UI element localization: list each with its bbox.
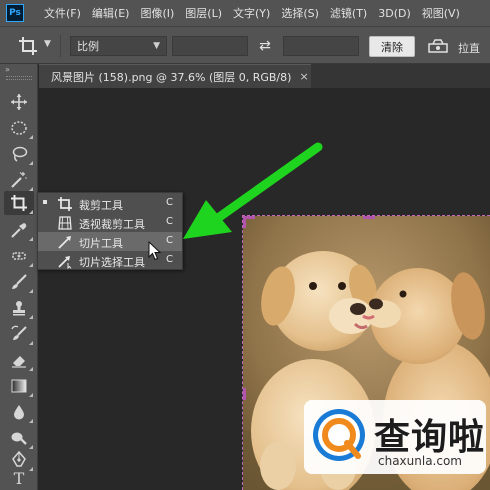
menu-layer[interactable]: 图层(L) <box>185 5 222 21</box>
eraser-icon <box>12 356 26 368</box>
flyout-item-label: 切片工具 <box>79 237 123 250</box>
more-tools-indicator <box>29 289 33 293</box>
perspective-crop-icon <box>58 216 72 230</box>
watermark-logo-icon <box>313 409 365 461</box>
stamp-tool[interactable] <box>4 296 34 320</box>
eyedropper-tool[interactable] <box>4 218 34 242</box>
magic-wand-icon <box>11 172 27 188</box>
brush-tool[interactable] <box>4 270 34 294</box>
photoshop-logo-icon[interactable]: Ps <box>6 4 24 22</box>
flyout-item-crop[interactable]: 裁剪工具 C <box>38 194 182 213</box>
lasso-icon <box>12 146 28 162</box>
gradient-tool[interactable] <box>4 374 34 398</box>
menu-3d[interactable]: 3D(D) <box>378 7 411 20</box>
straighten-icon[interactable] <box>427 37 449 55</box>
pen-icon <box>12 451 26 467</box>
watermark-url: chaxunla.com <box>378 454 462 468</box>
tab-strip <box>311 64 490 88</box>
height-field[interactable] <box>283 36 359 56</box>
more-tools-indicator <box>29 135 33 139</box>
eraser-tool[interactable] <box>4 348 34 372</box>
move-tool[interactable] <box>4 90 34 114</box>
dodge-icon <box>11 432 27 445</box>
slice-icon <box>58 236 71 249</box>
crop-preset-icon[interactable] <box>18 36 38 56</box>
chevron-down-icon: ▼ <box>153 41 160 51</box>
healing-tool[interactable] <box>4 244 34 268</box>
close-icon[interactable]: × <box>299 70 308 83</box>
menu-image[interactable]: 图像(I) <box>140 5 174 21</box>
menu-bar: Ps 文件(F) 编辑(E) 图像(I) 图层(L) 文字(Y) 选择(S) 滤… <box>0 0 490 26</box>
watermark: 查询啦 chaxunla.com <box>304 400 486 474</box>
more-tools-indicator <box>29 367 33 371</box>
mouse-cursor-icon <box>148 241 162 261</box>
blur-tool[interactable] <box>4 400 34 424</box>
flyout-item-shortcut: C <box>166 197 173 208</box>
eyedropper-icon <box>11 223 27 238</box>
document-tab[interactable]: 风景图片 (158).png @ 37.6% (图层 0, RGB/8) × <box>39 64 311 88</box>
ratio-dropdown[interactable]: 比例 ▼ <box>70 36 167 56</box>
selected-bullet-icon <box>43 200 47 204</box>
more-tools-indicator <box>29 263 33 267</box>
ratio-label: 比例 <box>77 40 99 53</box>
blur-drop-icon <box>14 405 24 420</box>
marquee-tool[interactable] <box>4 116 34 140</box>
more-tools-indicator <box>29 210 33 214</box>
chevron-down-icon[interactable]: ▼ <box>44 39 51 49</box>
menu-type[interactable]: 文字(Y) <box>233 5 270 21</box>
flyout-item-perspective-crop[interactable]: 透视裁剪工具 C <box>38 213 182 232</box>
options-bar: ▼ 比例 ▼ ⇄ 清除 拉直 <box>0 26 490 64</box>
flyout-item-shortcut: C <box>166 235 173 246</box>
crop-handle[interactable] <box>363 216 375 219</box>
dodge-tool[interactable] <box>4 426 34 450</box>
collapse-panel-icon[interactable]: » <box>5 65 10 74</box>
magic-wand-tool[interactable] <box>4 168 34 192</box>
width-field[interactable] <box>172 36 248 56</box>
history-brush-tool[interactable] <box>4 322 34 346</box>
document-title: 风景图片 (158).png @ 37.6% (图层 0, RGB/8) <box>51 70 292 84</box>
healing-brush-icon <box>12 252 26 260</box>
menu-edit[interactable]: 编辑(E) <box>92 5 130 21</box>
gradient-icon <box>11 379 27 393</box>
history-brush-icon <box>11 325 27 340</box>
flyout-item-shortcut: C <box>166 216 173 227</box>
menu-select[interactable]: 选择(S) <box>281 5 319 21</box>
tools-panel: » T <box>0 64 38 490</box>
menu-file[interactable]: 文件(F) <box>44 5 81 21</box>
straighten-label: 拉直 <box>458 42 480 55</box>
flyout-item-label: 裁剪工具 <box>79 199 123 212</box>
move-icon <box>11 94 27 110</box>
flyout-item-label: 透视裁剪工具 <box>79 218 145 231</box>
crop-icon <box>58 197 72 211</box>
stamp-icon <box>13 301 25 316</box>
swap-icon[interactable]: ⇄ <box>256 36 274 56</box>
slice-select-icon <box>58 256 72 269</box>
crop-handle[interactable] <box>243 216 246 228</box>
more-tools-indicator <box>29 341 33 345</box>
ellipse-marquee-icon <box>11 121 27 135</box>
crop-icon <box>11 195 27 211</box>
panel-grip[interactable] <box>6 76 32 80</box>
menu-view[interactable]: 视图(V) <box>422 5 460 21</box>
type-icon: T <box>13 468 25 488</box>
more-tools-indicator <box>29 315 33 319</box>
more-tools-indicator <box>29 161 33 165</box>
lasso-tool[interactable] <box>4 142 34 166</box>
more-tools-indicator <box>29 237 33 241</box>
type-tool[interactable]: T <box>4 468 34 488</box>
more-tools-indicator <box>29 419 33 423</box>
clear-button[interactable]: 清除 <box>369 36 415 57</box>
separator <box>60 35 61 57</box>
menu-filter[interactable]: 滤镜(T) <box>330 5 367 21</box>
flyout-item-label: 切片选择工具 <box>79 256 145 269</box>
brush-icon <box>12 274 27 289</box>
more-tools-indicator <box>29 393 33 397</box>
watermark-title: 查询啦 <box>374 417 486 458</box>
crop-handle[interactable] <box>243 388 246 400</box>
crop-tool[interactable] <box>4 191 34 215</box>
flyout-item-shortcut: C <box>166 254 173 265</box>
